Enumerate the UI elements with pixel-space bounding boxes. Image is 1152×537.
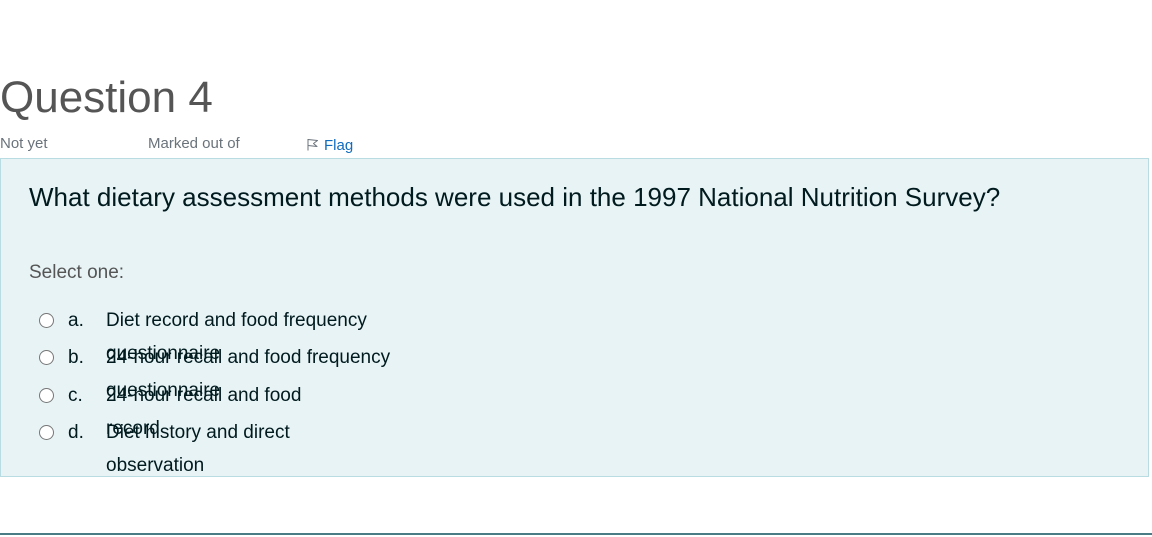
quiz-page: Question 4 Not yet Marked out of Flag Wh… — [0, 0, 1152, 537]
answer-number: a. — [68, 310, 84, 331]
answer-number: b. — [68, 347, 84, 368]
section-divider — [0, 533, 1152, 535]
select-one-prompt: Select one: — [29, 262, 125, 283]
answer-text: Diet history and direct observation — [106, 422, 290, 476]
answer-option-a[interactable]: a. Diet record and food frequency questi… — [39, 309, 459, 364]
question-title: Question 4 — [0, 73, 213, 122]
flag-label: Flag — [324, 136, 354, 154]
answer-number: d. — [68, 422, 84, 443]
answer-number: c. — [68, 385, 83, 406]
question-marks: Marked out of — [148, 135, 240, 152]
answer-radio-d[interactable] — [39, 425, 54, 440]
answer-option-c[interactable]: c. 24-hour recall and food record — [39, 384, 459, 439]
answer-option-d[interactable]: d. Diet history and direct observation — [39, 421, 459, 476]
answer-option-b[interactable]: b. 24-hour recall and food frequency que… — [39, 346, 459, 401]
flag-icon — [306, 134, 319, 157]
flag-question-link[interactable]: Flag — [306, 134, 353, 157]
answer-radio-b[interactable] — [39, 350, 54, 365]
answer-radio-c[interactable] — [39, 388, 54, 403]
question-content: What dietary assessment methods were use… — [0, 158, 1149, 477]
question-status: Not yet — [0, 135, 48, 152]
question-text: What dietary assessment methods were use… — [29, 182, 1001, 212]
answer-radio-a[interactable] — [39, 313, 54, 328]
